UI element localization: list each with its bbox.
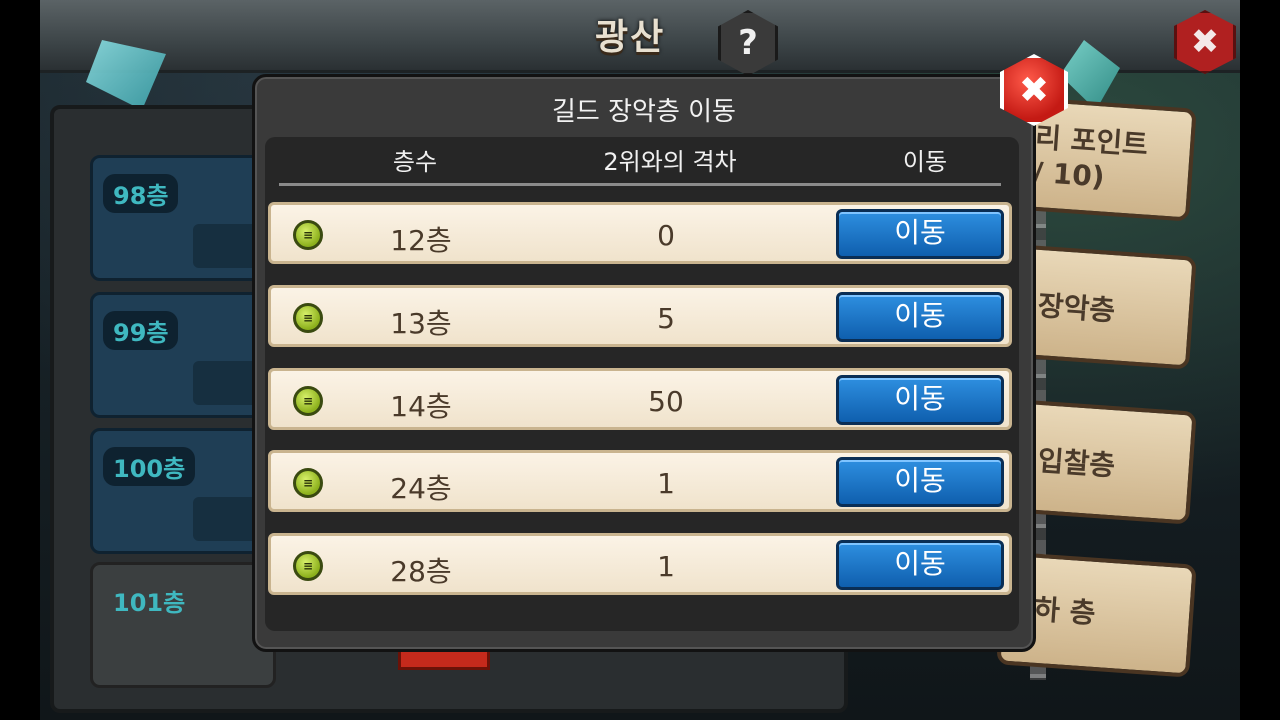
game-scene: 광산 ? ✖ 98층 99층 100층 101층 리 포인트 / 10) 장악층… [0,0,1280,720]
row-floor: 12층 [390,224,452,257]
row-floor: 13층 [390,307,452,340]
row-gap: 0 [657,219,675,252]
floor-card[interactable]: 101층 [90,562,276,688]
guild-emblem-icon: ≡ [293,220,323,250]
dialog-title: 길드 장악층 이동 [552,97,736,127]
letterbox-left [0,0,40,720]
guild-emblem-icon: ≡ [293,468,323,498]
table-row: ≡ 24층 1 이동 [268,450,1012,512]
screen-title: 광산 [595,17,666,58]
floor-card[interactable]: 98층 [90,155,276,281]
table-row: ≡ 13층 5 이동 [268,285,1012,347]
close-icon: ✖ [1018,69,1050,111]
table-row: ≡ 12층 0 이동 [268,202,1012,264]
column-header-move: 이동 [902,148,948,176]
column-header-gap: 2위와의 격차 [603,148,737,176]
row-floor: 28층 [390,555,452,588]
row-floor: 24층 [390,472,452,505]
floor-card[interactable]: 99층 [90,292,276,418]
letterbox-right [1240,0,1280,720]
table-row: ≡ 14층 50 이동 [268,368,1012,430]
move-button[interactable]: 이동 [836,375,1004,425]
move-button[interactable]: 이동 [836,209,1004,259]
guild-emblem-icon: ≡ [293,303,323,333]
table-row: ≡ 28층 1 이동 [268,533,1012,595]
row-gap: 1 [657,467,675,500]
guild-emblem-icon: ≡ [293,551,323,581]
row-floor: 14층 [390,390,452,423]
move-button[interactable]: 이동 [836,292,1004,342]
column-header-floor: 층수 [392,148,438,176]
floor-card-label: 101층 [113,589,186,617]
floor-card-label: 99층 [103,311,179,350]
close-icon: ✖ [1190,22,1220,62]
floor-card[interactable]: 100층 [90,428,276,554]
guild-emblem-icon: ≡ [293,386,323,416]
header-divider [279,183,1001,186]
question-icon: ? [738,23,758,63]
row-gap: 5 [657,302,675,335]
move-button[interactable]: 이동 [836,540,1004,590]
floor-card-label: 98층 [103,174,179,213]
row-gap: 1 [657,550,675,583]
floor-card-label: 100층 [103,447,196,486]
move-button[interactable]: 이동 [836,457,1004,507]
row-gap: 50 [648,385,684,418]
